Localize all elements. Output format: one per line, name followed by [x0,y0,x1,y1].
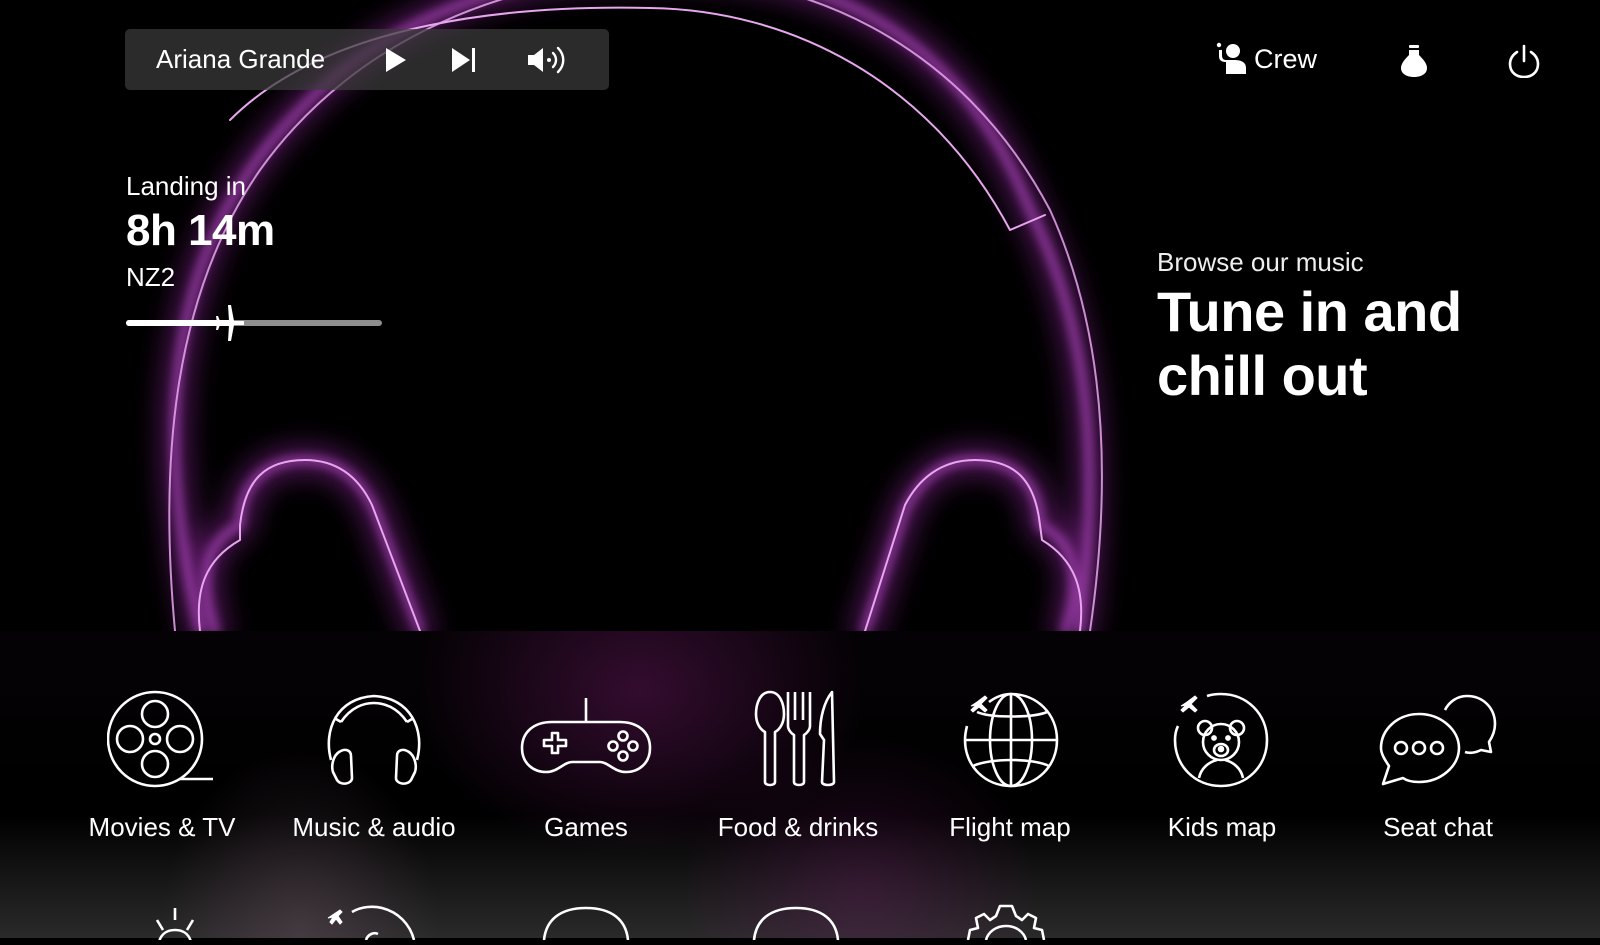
teddy-bear-plane-icon [1173,692,1269,788]
circle-icon [752,906,840,941]
menu-tile-movies-tv[interactable]: Movies & TV [62,690,262,843]
flight-info: Landing in 8h 14m NZ2 [126,171,275,293]
settings-gear-icon [966,904,1046,941]
time-remaining: 8h 14m [126,206,275,255]
menu-tile-4[interactable] [746,900,856,941]
menu-tile-music-audio[interactable]: Music & audio [274,690,474,843]
circle-icon [542,906,630,941]
power-icon [1508,44,1540,79]
flight-progress-bar [126,305,382,341]
menu-tile-label: Movies & TV [88,812,236,842]
menu-tile-label: Seat chat [1383,812,1493,842]
crew-label: Crew [1254,43,1318,74]
next-track-button[interactable] [447,43,481,77]
light-icon [155,908,195,943]
reading-light-button[interactable] [1400,44,1428,83]
promo-headline-line1: Tune in and [1157,280,1462,343]
music-promo[interactable]: Browse our music Tune in and chill out [1157,247,1462,408]
menu-tile-kids-map[interactable]: Kids map [1122,690,1322,843]
menu-tile-connecting-flights[interactable] [322,900,432,941]
menu-tile-settings[interactable] [960,900,1070,941]
power-button[interactable] [1508,44,1540,83]
menu-tile-label: Flight map [949,812,1071,842]
promo-headline-line2: chill out [1157,344,1368,407]
plane-orbit-icon [327,905,416,941]
menu-tile-flight-map[interactable]: Flight map [910,690,1110,843]
play-button[interactable] [379,43,413,77]
film-reel-icon [107,690,213,788]
globe-plane-icon [963,692,1059,788]
promo-headline: Tune in and chill out [1157,280,1462,408]
menu-tile-games[interactable]: Games [486,690,686,843]
menu-tile-label: Games [544,812,628,842]
gamepad-icon [520,698,652,774]
chat-bubbles-icon [1379,694,1497,786]
menu-tile-food-drinks[interactable]: Food & drinks [698,690,898,843]
menu-tile-3[interactable] [536,900,646,941]
volume-icon [528,46,565,74]
landing-label: Landing in [126,171,246,201]
play-icon [386,48,406,72]
menu-tile-label: Kids map [1167,812,1277,842]
crew-call-icon [1216,42,1246,74]
menu-tile-label: Music & audio [292,812,456,842]
airplane-icon [215,305,244,341]
reading-light-icon [1401,45,1427,77]
menu-row-2 [0,900,1600,943]
skip-next-icon [452,48,475,72]
crew-call-button[interactable]: Crew [1216,42,1317,76]
headphones-icon [327,694,421,785]
menu-tile-seat-chat[interactable]: Seat chat [1338,690,1538,843]
menu-tile-lighting[interactable] [125,900,235,943]
now-playing-bar: Ariana Grande [125,29,609,90]
now-playing-artist[interactable]: Ariana Grande [156,44,325,75]
flight-number: NZ2 [126,262,176,292]
cutlery-icon [754,690,836,787]
menu-tile-label: Food & drinks [717,812,879,842]
volume-button[interactable] [525,43,569,77]
promo-subtitle: Browse our music [1157,247,1364,277]
